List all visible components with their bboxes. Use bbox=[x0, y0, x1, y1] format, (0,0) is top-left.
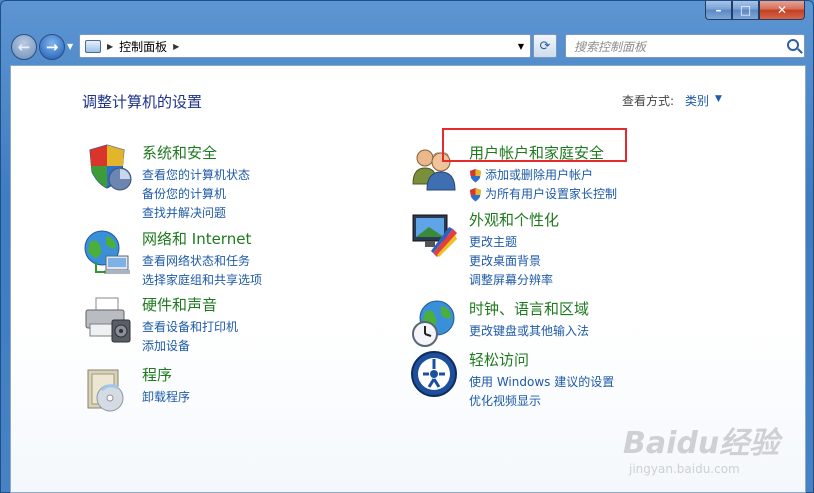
breadcrumb-separator-icon[interactable]: ▶ bbox=[173, 42, 179, 51]
link-change-theme[interactable]: 更改主题 bbox=[469, 233, 553, 252]
refresh-button[interactable]: ⟳ bbox=[533, 34, 557, 58]
category-title[interactable]: 系统和安全 bbox=[142, 142, 217, 163]
breadcrumb-separator-icon[interactable]: ▶ bbox=[107, 42, 113, 51]
view-by-dropdown[interactable]: 类别 bbox=[685, 92, 709, 109]
link-label: 为所有用户设置家长控制 bbox=[485, 187, 618, 201]
clock-globe-icon bbox=[412, 300, 455, 347]
address-dropdown-icon[interactable]: ▼ bbox=[512, 35, 530, 57]
link-backup-computer[interactable]: 备份您的计算机 bbox=[142, 185, 250, 204]
category-title[interactable]: 外观和个性化 bbox=[469, 209, 559, 230]
back-button[interactable]: ← bbox=[11, 34, 37, 60]
link-optimize-display[interactable]: 优化视频显示 bbox=[469, 392, 614, 411]
category-title[interactable]: 程序 bbox=[142, 364, 172, 385]
category-title[interactable]: 轻松访问 bbox=[469, 349, 529, 370]
search-icon[interactable] bbox=[787, 39, 799, 51]
uac-shield-icon bbox=[470, 169, 481, 183]
category-title[interactable]: 网络和 Internet bbox=[142, 228, 251, 249]
close-button[interactable]: ✕ bbox=[759, 1, 805, 20]
search-placeholder: 搜索控制面板 bbox=[574, 39, 647, 54]
programs-disc-icon bbox=[87, 369, 124, 412]
watermark-url: jingyan.baidu.com bbox=[629, 462, 740, 476]
maximize-button[interactable]: □ bbox=[732, 1, 759, 20]
address-bar[interactable]: ▶ 控制面板 ▶ ▼ bbox=[79, 34, 531, 58]
category-title[interactable]: 时钟、语言和区域 bbox=[469, 298, 589, 319]
link-add-device[interactable]: 添加设备 bbox=[142, 337, 238, 356]
printer-icon bbox=[85, 297, 131, 343]
link-label: 添加或删除用户帐户 bbox=[485, 168, 594, 182]
window-controls: – □ ✕ bbox=[705, 1, 805, 21]
annotation-highlight-box bbox=[442, 128, 627, 162]
uac-shield-icon bbox=[470, 188, 481, 202]
view-by-label: 查看方式: bbox=[622, 94, 675, 108]
link-network-status[interactable]: 查看网络状态和任务 bbox=[142, 252, 262, 271]
category-title[interactable]: 硬件和声音 bbox=[142, 294, 217, 315]
shield-icon bbox=[89, 144, 132, 191]
recent-pages-dropdown[interactable]: ▼ bbox=[67, 42, 73, 51]
watermark-logo: Baidu经验 bbox=[623, 426, 780, 461]
link-parental-controls[interactable]: 为所有用户设置家长控制 bbox=[469, 185, 617, 204]
network-globe-icon bbox=[84, 230, 130, 274]
main-content: 调整计算机的设置 查看方式: 类别 ▼ 系统和安全 查看您的计算机状态 备份您的… bbox=[10, 65, 806, 493]
accessibility-icon bbox=[411, 351, 457, 397]
link-homegroup-sharing[interactable]: 选择家庭组和共享选项 bbox=[142, 271, 262, 290]
link-desktop-background[interactable]: 更改桌面背景 bbox=[469, 252, 553, 271]
link-troubleshoot[interactable]: 查找并解决问题 bbox=[142, 204, 250, 223]
forward-button[interactable]: → bbox=[39, 34, 65, 60]
breadcrumb-control-panel[interactable]: 控制面板 bbox=[119, 38, 167, 55]
link-screen-resolution[interactable]: 调整屏幕分辨率 bbox=[469, 271, 553, 290]
link-windows-recommended-settings[interactable]: 使用 Windows 建议的设置 bbox=[469, 373, 614, 392]
navigation-toolbar: ← → ▼ ▶ 控制面板 ▶ ▼ ⟳ 搜索控制面板 bbox=[1, 29, 813, 65]
monitor-palette-icon bbox=[412, 214, 457, 257]
minimize-button[interactable]: – bbox=[705, 1, 732, 20]
link-change-input-method[interactable]: 更改键盘或其他输入法 bbox=[469, 322, 589, 341]
link-add-remove-accounts[interactable]: 添加或删除用户帐户 bbox=[469, 166, 617, 185]
chevron-down-icon[interactable]: ▼ bbox=[715, 94, 722, 104]
search-input[interactable]: 搜索控制面板 bbox=[565, 34, 805, 58]
watermark: Baidu经验 jingyan.baidu.com bbox=[623, 418, 793, 488]
control-panel-window: – □ ✕ ← → ▼ ▶ 控制面板 ▶ ▼ ⟳ 搜索控制面板 调整计算机的设置… bbox=[0, 0, 814, 493]
link-devices-printers[interactable]: 查看设备和打印机 bbox=[142, 318, 238, 337]
link-uninstall-program[interactable]: 卸载程序 bbox=[142, 388, 190, 407]
link-view-computer-status[interactable]: 查看您的计算机状态 bbox=[142, 166, 250, 185]
control-panel-icon bbox=[85, 39, 101, 53]
page-title: 调整计算机的设置 bbox=[82, 93, 203, 111]
